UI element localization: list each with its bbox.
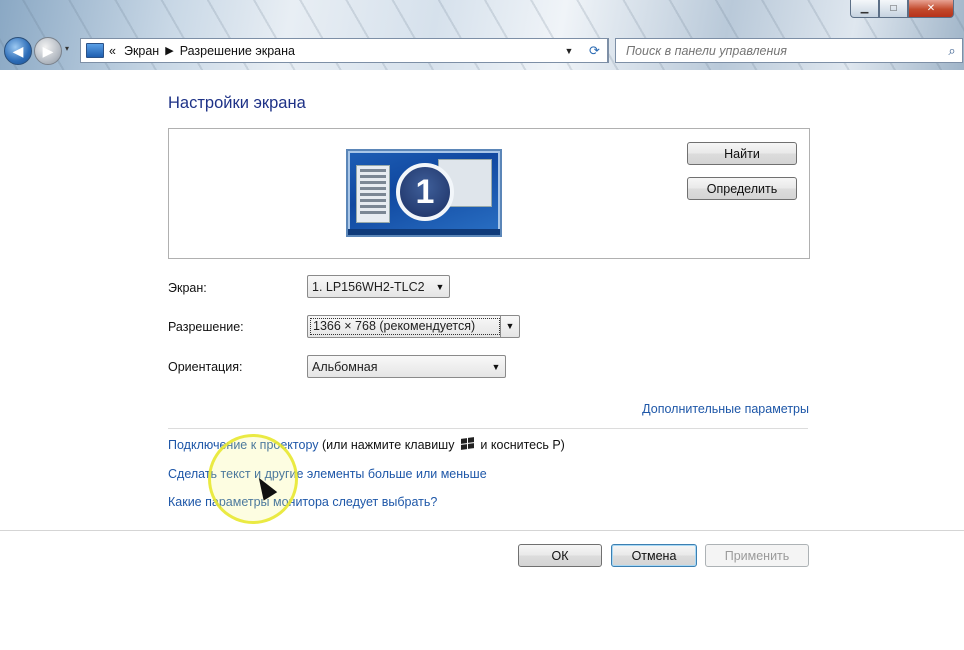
resolution-label: Разрешение:: [168, 320, 244, 334]
maximize-button[interactable]: □: [879, 0, 908, 18]
refresh-icon[interactable]: ⟳: [582, 38, 608, 63]
search-box[interactable]: ⌕: [615, 38, 963, 63]
monitor-number-badge: 1: [396, 163, 454, 221]
identify-button[interactable]: Определить: [687, 177, 797, 200]
back-button[interactable]: ◀: [4, 37, 32, 65]
display-select-value: 1. LP156WH2-TLC2: [312, 279, 425, 294]
main-content: Настройки экрана 1 Найти Определить Экра…: [0, 70, 964, 650]
close-button[interactable]: ✕: [908, 0, 954, 18]
projector-hint-text: (или нажмите клавишу: [322, 438, 455, 452]
taskbar-thumbnail: [348, 229, 500, 235]
window-thumbnail: [356, 165, 390, 223]
monitor-1-thumbnail[interactable]: 1: [346, 149, 502, 237]
divider: [168, 428, 808, 429]
breadcrumb-separator-icon[interactable]: ▶: [165, 44, 173, 57]
display-select[interactable]: 1. LP156WH2-TLC2 ▼: [307, 275, 450, 298]
cancel-button[interactable]: Отмена: [611, 544, 697, 567]
resolution-select[interactable]: 1366 × 768 (рекомендуется) ▼: [307, 315, 520, 338]
orientation-label: Ориентация:: [168, 360, 243, 374]
window-controls: ▁ □ ✕: [850, 0, 954, 18]
control-panel-icon: [86, 43, 104, 58]
orientation-select[interactable]: Альбомная ▼: [307, 355, 506, 378]
breadcrumb-prefix[interactable]: «: [109, 44, 116, 58]
monitor-help-link[interactable]: Какие параметры монитора следует выбрать…: [168, 495, 437, 509]
projector-hint-suffix: и коснитесь P): [480, 438, 565, 452]
recent-pages-dropdown-icon[interactable]: ▾: [65, 44, 69, 53]
chevron-down-icon: ▼: [435, 281, 445, 292]
ok-button[interactable]: ОК: [518, 544, 602, 567]
monitor-arrangement-panel: 1 Найти Определить: [168, 128, 810, 259]
page-title: Настройки экрана: [168, 94, 306, 112]
display-label: Экран:: [168, 281, 207, 295]
windows-key-icon: [460, 437, 474, 451]
breadcrumb-item-display[interactable]: Экран: [124, 44, 159, 58]
minimize-button[interactable]: ▁: [850, 0, 879, 18]
chevron-down-icon: ▼: [491, 361, 501, 372]
apply-button[interactable]: Применить: [705, 544, 809, 567]
cursor-highlight-ring: [208, 434, 298, 524]
advanced-settings-link[interactable]: Дополнительные параметры: [642, 402, 809, 416]
address-dropdown-icon[interactable]: ▼: [560, 46, 578, 56]
orientation-select-value: Альбомная: [312, 359, 378, 374]
address-bar[interactable]: « Экран ▶ Разрешение экрана ▼: [80, 38, 609, 63]
resolution-select-value: 1366 × 768 (рекомендуется): [310, 318, 500, 335]
find-button[interactable]: Найти: [687, 142, 797, 165]
chevron-down-icon: ▼: [500, 316, 519, 337]
search-input[interactable]: [624, 42, 942, 59]
breadcrumb-item-resolution[interactable]: Разрешение экрана: [180, 44, 295, 58]
footer-divider: [0, 530, 964, 531]
search-icon[interactable]: ⌕: [942, 43, 962, 59]
forward-button[interactable]: ▶: [34, 37, 62, 65]
navigation-bar: ◀ ▶ ▾ « Экран ▶ Разрешение экрана ▼ ⟳ ⌕: [0, 34, 964, 65]
